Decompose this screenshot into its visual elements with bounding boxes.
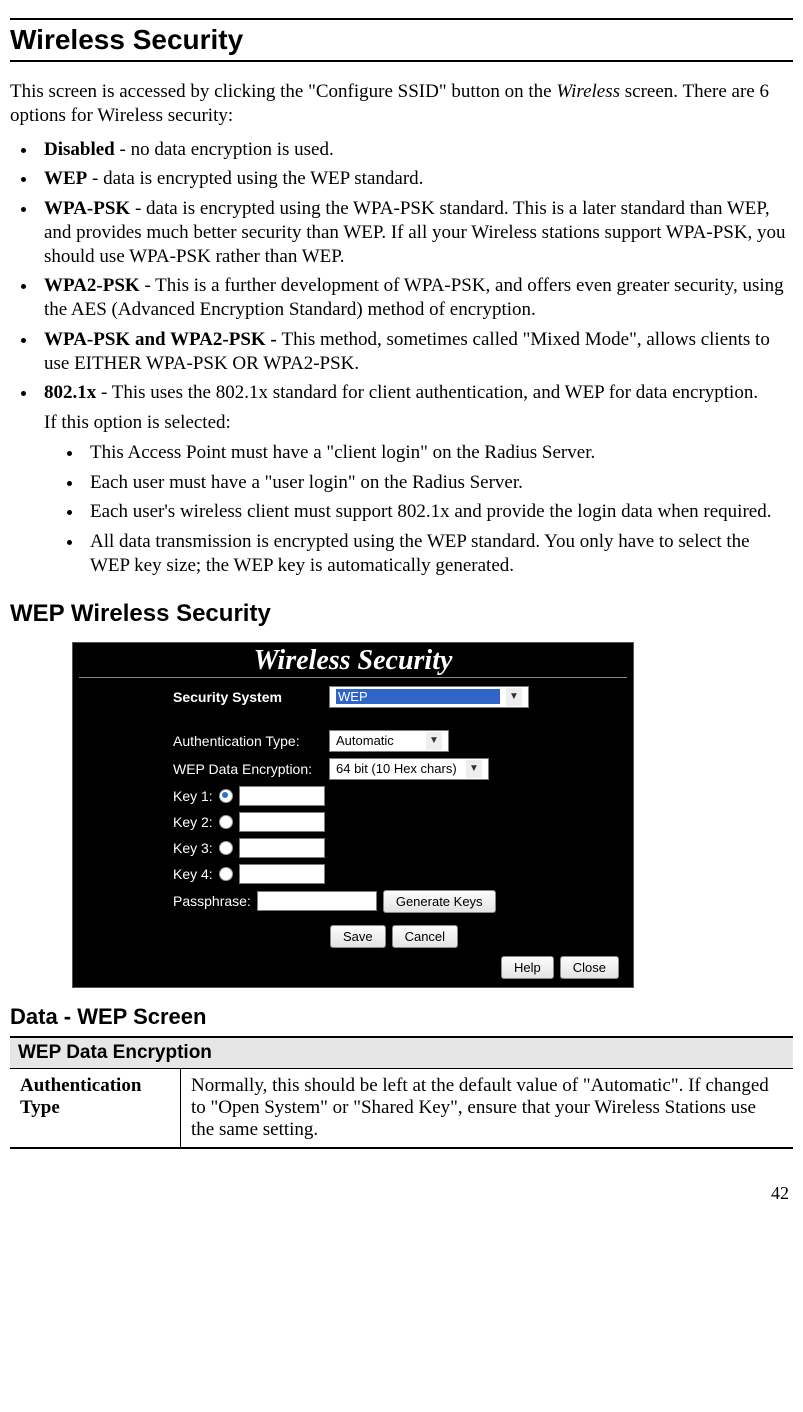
key1-label: Key 1: (173, 788, 213, 804)
sub-item: Each user must have a "user login" on th… (84, 471, 793, 495)
passphrase-input[interactable] (257, 891, 377, 911)
wep-heading: WEP Wireless Security (10, 600, 793, 628)
option6-sublist: This Access Point must have a "client lo… (44, 441, 793, 578)
save-button[interactable]: Save (330, 925, 386, 948)
option-disabled: Disabled - no data encryption is used. (38, 138, 793, 162)
option-bold: WPA-PSK (44, 198, 130, 219)
option-text: - This uses the 802.1x standard for clie… (96, 382, 758, 403)
option-mixed: WPA-PSK and WPA2-PSK - This method, some… (38, 328, 793, 376)
security-system-select[interactable]: WEP ▼ (329, 686, 529, 708)
wep-data-table: WEP Data Encryption Authentication Type … (10, 1036, 793, 1149)
key4-input[interactable] (239, 864, 325, 884)
security-system-label: Security System (173, 689, 323, 705)
key4-radio[interactable] (219, 867, 233, 881)
key2-input[interactable] (239, 812, 325, 832)
table-group-header: WEP Data Encryption (10, 1037, 793, 1069)
chevron-down-icon: ▼ (426, 732, 442, 750)
sub-item: All data transmission is encrypted using… (84, 530, 793, 578)
key3-input[interactable] (239, 838, 325, 858)
intro-paragraph: This screen is accessed by clicking the … (10, 80, 793, 128)
table-heading: Data - WEP Screen (10, 1004, 793, 1030)
table-row-desc: Normally, this should be left at the def… (181, 1068, 794, 1148)
auth-type-select[interactable]: Automatic ▼ (329, 730, 449, 752)
wep-enc-value: 64 bit (10 Hex chars) (336, 761, 460, 776)
key2-label: Key 2: (173, 814, 213, 830)
option-text: - no data encryption is used. (115, 139, 334, 160)
cancel-button[interactable]: Cancel (392, 925, 458, 948)
option-wpa2-psk: WPA2-PSK - This is a further development… (38, 274, 793, 322)
sub-item: This Access Point must have a "client lo… (84, 441, 793, 465)
security-system-value: WEP (336, 689, 500, 704)
option-text: - This is a further development of WPA-P… (44, 275, 784, 320)
key1-radio[interactable] (219, 789, 233, 803)
wireless-security-screenshot: Wireless Security Security System WEP ▼ … (72, 642, 634, 988)
key2-radio[interactable] (219, 815, 233, 829)
intro-pre: This screen is accessed by clicking the … (10, 81, 556, 102)
option-bold: WEP (44, 168, 87, 189)
option-wep: WEP - data is encrypted using the WEP st… (38, 167, 793, 191)
close-button[interactable]: Close (560, 956, 619, 979)
option-bold: 802.1x (44, 382, 96, 403)
passphrase-label: Passphrase: (173, 893, 251, 909)
sub-item: Each user's wireless client must support… (84, 500, 793, 524)
page-title: Wireless Security (10, 18, 793, 62)
auth-type-value: Automatic (336, 733, 420, 748)
option-text: - data is encrypted using the WPA-PSK st… (44, 198, 786, 267)
option-text: - data is encrypted using the WEP standa… (87, 168, 423, 189)
auth-type-label: Authentication Type: (173, 733, 323, 749)
wep-enc-select[interactable]: 64 bit (10 Hex chars) ▼ (329, 758, 489, 780)
options-list: Disabled - no data encryption is used. W… (10, 138, 793, 578)
key3-radio[interactable] (219, 841, 233, 855)
table-row-label: Authentication Type (10, 1068, 181, 1148)
option-8021x: 802.1x - This uses the 802.1x standard f… (38, 381, 793, 577)
option-wpa-psk: WPA-PSK - data is encrypted using the WP… (38, 197, 793, 268)
page-number: 42 (10, 1183, 793, 1204)
key4-label: Key 4: (173, 866, 213, 882)
help-button[interactable]: Help (501, 956, 554, 979)
wep-enc-label: WEP Data Encryption: (173, 761, 323, 777)
chevron-down-icon: ▼ (466, 760, 482, 778)
chevron-down-icon: ▼ (506, 688, 522, 706)
key1-input[interactable] (239, 786, 325, 806)
key3-label: Key 3: (173, 840, 213, 856)
screenshot-title: Wireless Security (79, 643, 627, 678)
option-bold: WPA2-PSK (44, 275, 140, 296)
generate-keys-button[interactable]: Generate Keys (383, 890, 496, 913)
option-bold: Disabled (44, 139, 115, 160)
option6-note: If this option is selected: (44, 411, 793, 435)
intro-italic: Wireless (556, 81, 620, 102)
option-bold: WPA-PSK and WPA2-PSK - (44, 329, 282, 350)
